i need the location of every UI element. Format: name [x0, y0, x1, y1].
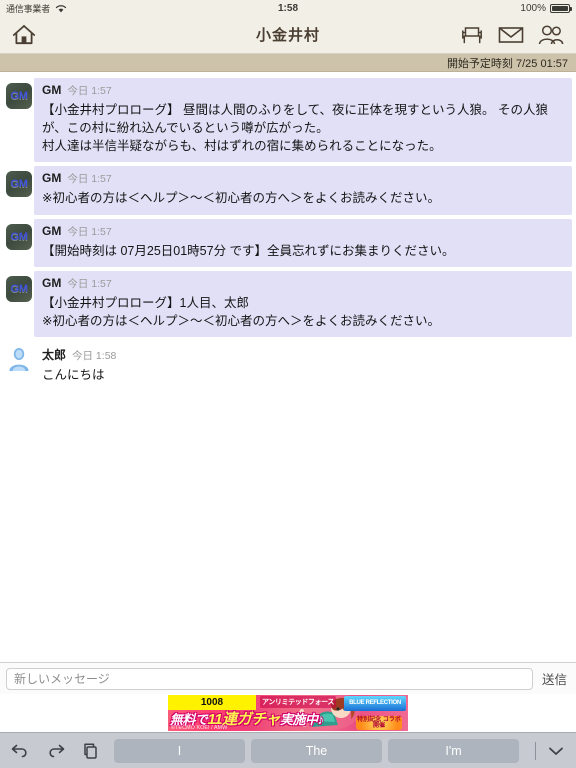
avatar-wrap: GM	[4, 78, 34, 109]
message-timestamp: 今日 1:57	[67, 225, 112, 238]
carrier-label: 通信事業者	[6, 3, 51, 14]
gm-avatar[interactable]: GM	[6, 275, 32, 302]
chevron-down-icon[interactable]	[546, 744, 566, 758]
message-row: GM GM 今日 1:57 【小金井村プロローグ】 昼間は人間のふりをして、夜に正体を…	[0, 76, 576, 164]
keyboard-bar-right	[527, 741, 566, 760]
battery-full-icon	[550, 3, 572, 13]
start-time-label: 開始予定時刻 7/25 01:57	[446, 57, 568, 70]
status-bar: 通信事業者 1:58 100%	[0, 0, 576, 16]
keyboard-divider	[535, 741, 536, 760]
message-timestamp: 今日 1:57	[67, 173, 112, 186]
message-meta: 太郎 今日 1:58	[42, 346, 564, 363]
send-button[interactable]: 送信	[539, 667, 570, 690]
status-bar-left: 通信事業者	[6, 2, 67, 15]
keyboard-tools	[10, 742, 106, 760]
ad-top-caption: アンリミテッドフォース	[260, 696, 336, 708]
ad-headline-suffix: 実施中♪	[279, 712, 324, 727]
gm-avatar[interactable]: GM	[6, 223, 32, 250]
redo-icon[interactable]	[46, 742, 66, 760]
message-author: GM	[42, 223, 62, 238]
message-timestamp: 今日 1:57	[67, 277, 112, 290]
message-meta: GM 今日 1:57	[42, 276, 564, 291]
message-text: こんにちは	[42, 367, 105, 382]
undo-icon[interactable]	[10, 742, 30, 760]
app-root: 通信事業者 1:58 100% 小金井村 開始予定時刻 7/25 01:57 G…	[0, 0, 576, 768]
battery-percent-label: 100%	[520, 2, 546, 14]
avatar-wrap: GM	[4, 219, 34, 250]
message-meta: GM 今日 1:57	[42, 224, 564, 239]
message-row: GM GM 今日 1:57 ※初心者の方は＜ヘルプ＞〜＜初心者の方へ＞をよくお読みくだ…	[0, 164, 576, 216]
message-timestamp: 今日 1:57	[67, 85, 112, 97]
message-bubble: GM 今日 1:57 【開始時刻は 07月25日01時57分 です】全員忘れずにお集…	[34, 218, 572, 267]
ad-badge: 特別記念 コラボ開催	[356, 716, 402, 730]
avatar-wrap	[4, 341, 34, 372]
message-meta: GM 今日 1:57	[42, 83, 564, 98]
message-text: 【小金井村プロローグ】1人目、太郎 ※初心者の方は＜ヘルプ＞〜＜初心者の方へ＞を…	[42, 295, 440, 328]
suggestion-list: I The I'm	[114, 738, 519, 763]
ad-banner[interactable]: 1008 アンリミテッドフォース 無料で11連ガチャ実施中♪ ©TECMO KO…	[168, 695, 408, 731]
avatar-wrap: GM	[4, 166, 34, 198]
user-avatar[interactable]	[6, 346, 34, 372]
message-author: GM	[42, 83, 62, 97]
ad-copyright: ©TECMO KOEI / AMW	[171, 725, 228, 731]
message-list[interactable]: GM GM 今日 1:57 【小金井村プロローグ】 昼間は人間のふりをして、夜に正体を…	[0, 72, 576, 662]
home-icon[interactable]	[12, 24, 36, 46]
message-timestamp: 今日 1:58	[72, 349, 117, 362]
message-text: 【小金井村プロローグ】 昼間は人間のふりをして、夜に正体を現すという人狼。 その…	[42, 103, 548, 154]
suggestion-chip[interactable]: The	[251, 738, 382, 763]
suggestion-chip[interactable]: I'm	[388, 738, 519, 763]
status-bar-clock: 1:58	[277, 2, 298, 14]
message-author: GM	[42, 275, 62, 290]
message-bubble: 太郎 今日 1:58 こんにちは	[34, 340, 572, 391]
avatar-wrap: GM	[4, 271, 34, 302]
status-bar-right: 100%	[520, 2, 572, 14]
message-bubble: GM 今日 1:57 ※初心者の方は＜ヘルプ＞〜＜初心者の方へ＞をよくお読みください…	[34, 166, 572, 215]
nav-bar-actions	[460, 24, 564, 46]
nav-bar: 小金井村	[0, 16, 576, 54]
ad-zone: 1008 アンリミテッドフォース 無料で11連ガチャ実施中♪ ©TECMO KO…	[0, 694, 576, 732]
message-text: 【開始時刻は 07月25日01時57分 です】全員忘れずにお集まりください。	[42, 243, 455, 258]
message-input[interactable]	[6, 667, 533, 690]
gm-avatar[interactable]: GM	[6, 83, 32, 109]
seat-icon[interactable]	[460, 24, 484, 46]
message-author: GM	[42, 171, 62, 186]
mail-icon[interactable]	[498, 25, 524, 45]
keyboard-accessory-bar: I The I'm	[0, 732, 576, 768]
ad-logo: BLUE REFLECTION	[344, 696, 406, 711]
message-row: GM GM 今日 1:57 【開始時刻は 07月25日01時57分 です】全員忘れずに…	[0, 217, 576, 269]
message-row: GM GM 今日 1:57 【小金井村プロローグ】1人目、太郎 ※初心者の方は＜ヘルプ…	[0, 269, 576, 339]
start-time-bar: 開始予定時刻 7/25 01:57	[0, 54, 576, 72]
message-bubble: GM 今日 1:57 【小金井村プロローグ】1人目、太郎 ※初心者の方は＜ヘルプ＞〜…	[34, 270, 572, 337]
message-author: 太郎	[42, 347, 67, 362]
wifi-icon	[55, 4, 67, 13]
members-icon[interactable]	[538, 24, 564, 46]
suggestion-chip[interactable]: I	[114, 738, 245, 763]
message-row: 太郎 今日 1:58 こんにちは	[0, 339, 576, 393]
gm-avatar[interactable]: GM	[6, 171, 32, 198]
message-meta: GM 今日 1:57	[42, 171, 564, 186]
message-composer: 送信	[0, 662, 576, 694]
message-bubble: GM 今日 1:57 【小金井村プロローグ】 昼間は人間のふりをして、夜に正体を現す…	[34, 78, 572, 163]
message-text: ※初心者の方は＜ヘルプ＞〜＜初心者の方へ＞をよくお読みください。	[42, 191, 440, 206]
paste-icon[interactable]	[82, 742, 100, 760]
